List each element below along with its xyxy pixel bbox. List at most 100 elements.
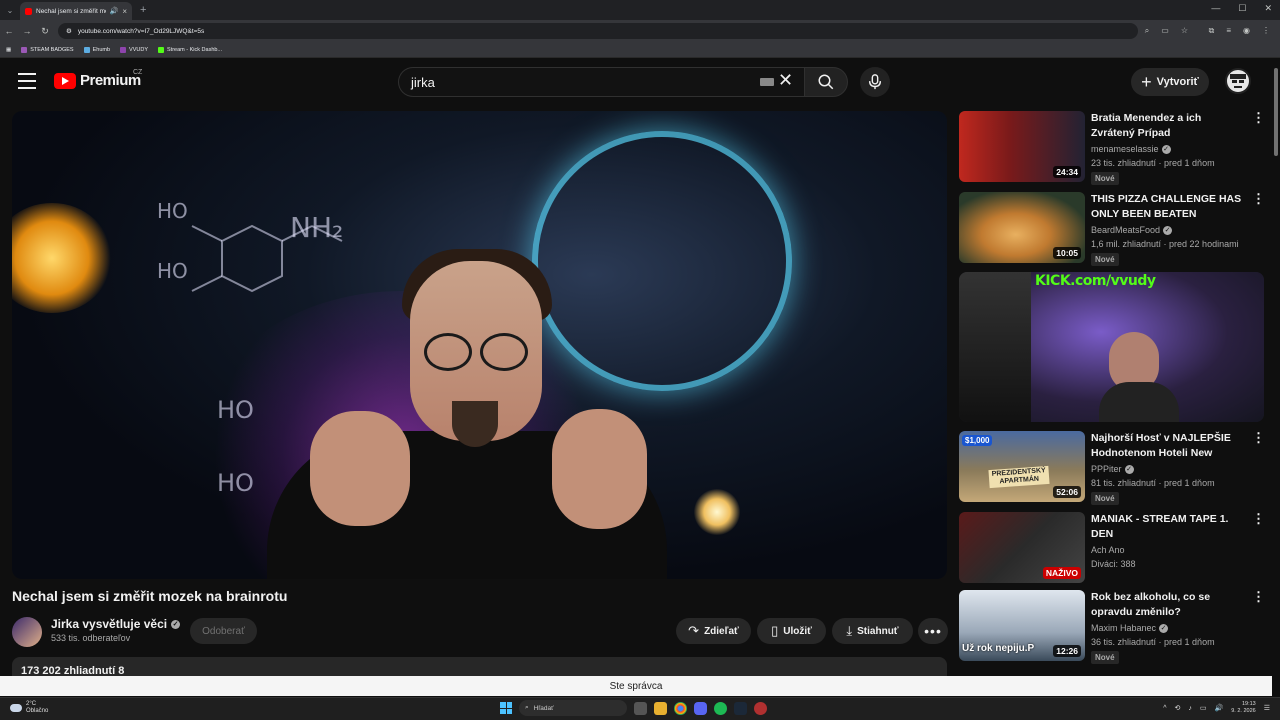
scrollbar-thumb[interactable] bbox=[1274, 68, 1278, 156]
more-options-icon[interactable]: ⋮ bbox=[1252, 512, 1265, 525]
media-icon[interactable]: ≡ bbox=[1226, 26, 1231, 36]
recommendation-item[interactable]: 24:34 Bratia Menendez a ich Zvrátený Prí… bbox=[959, 111, 1265, 186]
profile-icon[interactable]: ◉ bbox=[1243, 26, 1250, 36]
recommendation-item[interactable]: 10:05 THIS PIZZA CHALLENGE HAS ONLY BEEN… bbox=[959, 192, 1265, 267]
address-bar[interactable]: ⚙ youtube.com/watch?v=I7_Od29LJWQ&t=5s bbox=[58, 23, 1138, 39]
browser-tab[interactable]: Nechal jsem si změřit mozek 🔊 × bbox=[20, 2, 132, 20]
network-icon[interactable]: ⟲ bbox=[1175, 704, 1181, 712]
windows-start-icon[interactable] bbox=[500, 702, 512, 714]
recommendation-item[interactable]: $1,000 PREZIDENTSKÝ APARTMÁN 52:06 Najho… bbox=[959, 431, 1265, 506]
taskbar-search[interactable]: ⌕ Hľadať bbox=[519, 700, 627, 716]
zoom-icon[interactable]: ⌕ bbox=[1145, 26, 1149, 36]
bookmark-label: Ehumb bbox=[92, 46, 111, 53]
save-button[interactable]: ▯ Uložiť bbox=[757, 618, 826, 644]
clock-date: 9. 2. 2026 bbox=[1231, 708, 1256, 714]
recommendation-title[interactable]: THIS PIZZA CHALLENGE HAS ONLY BEEN BEATE… bbox=[1091, 192, 1246, 222]
browser-toolbar: ← → ↻ ⚙ youtube.com/watch?v=I7_Od29LJWQ&… bbox=[0, 20, 1280, 42]
ad-kick-text: KICK.com/vvudy bbox=[1035, 273, 1156, 289]
close-window-icon[interactable]: ✕ bbox=[1264, 3, 1272, 14]
kick-stream-ad[interactable]: KICK.com/vvudy bbox=[959, 272, 1264, 422]
bookmark-item[interactable]: STEAM BADGES bbox=[21, 46, 74, 53]
forward-icon[interactable]: → bbox=[18, 26, 36, 36]
channel-avatar[interactable] bbox=[12, 617, 42, 647]
discord-icon[interactable] bbox=[694, 701, 707, 715]
more-options-icon[interactable]: ⋮ bbox=[1252, 431, 1265, 444]
video-thumbnail[interactable]: 24:34 bbox=[959, 111, 1085, 182]
back-icon[interactable]: ← bbox=[0, 26, 18, 36]
chevron-up-icon[interactable]: ^ bbox=[1163, 705, 1166, 712]
recommendation-title[interactable]: MANIAK - STREAM TAPE 1. DEN bbox=[1091, 512, 1246, 542]
tab-list-icon[interactable]: ⌄ bbox=[0, 6, 20, 15]
video-thumbnail[interactable]: NAŽIVO bbox=[959, 512, 1085, 583]
presenter-hand-left bbox=[310, 411, 410, 526]
obs-icon[interactable] bbox=[754, 701, 767, 715]
channel-name-row[interactable]: Jirka vysvětluje věci ✓ bbox=[51, 617, 181, 631]
task-view-icon[interactable] bbox=[634, 701, 647, 715]
recommendation-channel[interactable]: menameselassie bbox=[1091, 144, 1159, 154]
cast-icon[interactable]: ▭ bbox=[1161, 26, 1169, 36]
share-button[interactable]: ↷ Zdieľať bbox=[676, 618, 751, 644]
video-player[interactable]: HO HO NH₂ HO HO bbox=[12, 111, 947, 579]
create-button[interactable]: + Vytvoriť bbox=[1131, 68, 1209, 96]
menu-hamburger-icon[interactable] bbox=[18, 73, 36, 89]
speaker-icon[interactable]: 🔊 bbox=[110, 7, 119, 15]
subscribe-button[interactable]: Odoberať bbox=[190, 618, 257, 644]
recommendation-info: Rok bez alkoholu, co se opravdu změnilo?… bbox=[1091, 590, 1246, 665]
video-thumbnail[interactable]: $1,000 PREZIDENTSKÝ APARTMÁN 52:06 bbox=[959, 431, 1085, 502]
recommendation-item[interactable]: NAŽIVO MANIAK - STREAM TAPE 1. DEN Ach A… bbox=[959, 512, 1265, 587]
search-input[interactable]: jirka bbox=[398, 67, 804, 97]
bookmark-item[interactable]: Ehumb bbox=[83, 46, 111, 53]
bookmark-favicon-icon bbox=[120, 46, 127, 53]
file-explorer-icon[interactable] bbox=[654, 701, 667, 715]
page-scrollbar[interactable] bbox=[1272, 60, 1280, 697]
bookmark-item[interactable]: VVUDY bbox=[120, 46, 148, 53]
account-avatar[interactable] bbox=[1225, 68, 1251, 94]
recommendation-item[interactable]: Už rok nepiju.P 12:26 Rok bez alkoholu, … bbox=[959, 590, 1265, 665]
recommendation-meta: 36 tis. zhliadnutí · pred 1 dňom bbox=[1091, 637, 1215, 647]
notifications-icon[interactable]: ☰ bbox=[1264, 704, 1270, 712]
clock[interactable]: 19:13 9. 2. 2026 bbox=[1231, 701, 1255, 715]
close-tab-icon[interactable]: × bbox=[122, 7, 127, 16]
weather-widget[interactable]: 2°C Oblačno bbox=[10, 701, 48, 715]
steam-icon[interactable] bbox=[734, 701, 747, 715]
recommendation-channel[interactable]: Ach Ano bbox=[1091, 545, 1125, 555]
duration-badge: 24:34 bbox=[1053, 166, 1081, 178]
display-icon[interactable]: ▭ bbox=[1200, 704, 1207, 712]
bookmark-label: STEAM BADGES bbox=[30, 46, 74, 53]
description-box[interactable]: 173 202 zhliadnutí 8 bbox=[12, 657, 947, 677]
apps-icon[interactable]: ▦ bbox=[6, 47, 11, 53]
presenter-beard bbox=[452, 401, 498, 447]
spotify-icon[interactable] bbox=[714, 701, 727, 715]
keyboard-icon[interactable] bbox=[760, 78, 774, 86]
more-actions-icon[interactable]: ••• bbox=[918, 618, 948, 644]
bookmark-star-icon[interactable]: ☆ bbox=[1181, 26, 1188, 36]
new-tab-icon[interactable]: + bbox=[140, 4, 146, 16]
extensions-icon[interactable]: ⧉ bbox=[1209, 26, 1215, 36]
volume-icon[interactable]: 🔊 bbox=[1215, 704, 1224, 712]
more-options-icon[interactable]: ⋮ bbox=[1252, 590, 1265, 603]
recommendation-channel[interactable]: PPPiter bbox=[1091, 464, 1122, 474]
bookmark-item[interactable]: Stream - Kick Dashb... bbox=[158, 46, 222, 53]
more-options-icon[interactable]: ⋮ bbox=[1252, 192, 1265, 205]
video-thumbnail[interactable]: Už rok nepiju.P 12:26 bbox=[959, 590, 1085, 661]
more-options-icon[interactable]: ⋮ bbox=[1252, 111, 1265, 124]
youtube-logo[interactable]: Premium bbox=[54, 72, 141, 89]
minimize-icon[interactable]: — bbox=[1211, 3, 1220, 14]
recommendation-title[interactable]: Rok bez alkoholu, co se opravdu změnilo? bbox=[1091, 590, 1246, 620]
channel-name[interactable]: Jirka vysvětluje věci bbox=[51, 617, 167, 631]
reload-icon[interactable]: ↻ bbox=[36, 26, 54, 37]
menu-icon[interactable]: ⋮ bbox=[1262, 26, 1270, 36]
download-button[interactable]: ⤓ Stiahnuť bbox=[832, 618, 913, 644]
recommendation-title[interactable]: Bratia Menendez a ich Zvrátený Prípad bbox=[1091, 111, 1246, 141]
recommendation-title[interactable]: Najhorší Hosť v NAJLEPŠIE Hodnotenom Hot… bbox=[1091, 431, 1246, 461]
video-thumbnail[interactable]: 10:05 bbox=[959, 192, 1085, 263]
voice-search-button[interactable] bbox=[860, 67, 890, 97]
search-button[interactable] bbox=[804, 67, 848, 97]
recommendation-channel[interactable]: BeardMeatsFood bbox=[1091, 225, 1160, 235]
site-info-icon[interactable]: ⚙ bbox=[66, 27, 72, 35]
mic-tray-icon[interactable]: ♪ bbox=[1188, 705, 1192, 712]
clear-search-icon[interactable]: ✕ bbox=[778, 70, 793, 91]
recommendation-channel[interactable]: Maxim Habanec bbox=[1091, 623, 1156, 633]
maximize-icon[interactable]: ☐ bbox=[1238, 3, 1246, 14]
chrome-icon[interactable] bbox=[674, 701, 687, 715]
